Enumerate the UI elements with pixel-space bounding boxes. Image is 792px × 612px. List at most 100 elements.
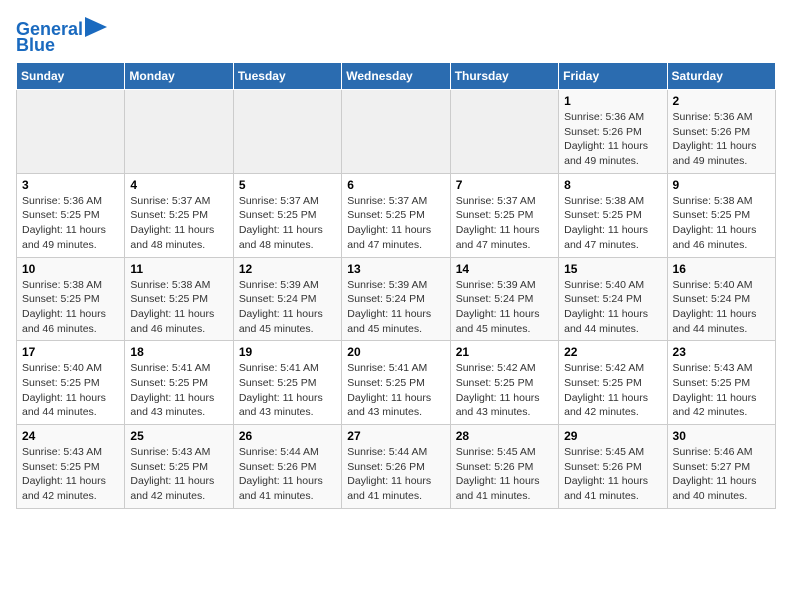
calendar-week-row: 17 Sunrise: 5:40 AM Sunset: 5:25 PM Dayli… [17, 341, 776, 425]
day-of-week-header: Wednesday [342, 63, 450, 90]
day-info: Sunrise: 5:43 AM Sunset: 5:25 PM Dayligh… [130, 445, 227, 504]
day-info: Sunrise: 5:40 AM Sunset: 5:24 PM Dayligh… [673, 278, 770, 337]
calendar-cell: 4 Sunrise: 5:37 AM Sunset: 5:25 PM Daylig… [125, 173, 233, 257]
day-info: Sunrise: 5:44 AM Sunset: 5:26 PM Dayligh… [239, 445, 336, 504]
page-header: General Blue [16, 16, 776, 54]
day-number: 7 [456, 178, 553, 192]
day-number: 13 [347, 262, 444, 276]
calendar-cell: 24Sunrise: 5:43 AM Sunset: 5:25 PM Dayli… [17, 425, 125, 509]
logo-arrow-icon [85, 17, 107, 37]
calendar-cell: 27 Sunrise: 5:44 AM Sunset: 5:26 PM Dayli… [342, 425, 450, 509]
calendar-cell: 29 Sunrise: 5:45 AM Sunset: 5:26 PM Dayli… [559, 425, 667, 509]
calendar-cell [342, 90, 450, 174]
calendar-cell: 9 Sunrise: 5:38 AM Sunset: 5:25 PM Daylig… [667, 173, 775, 257]
calendar-cell: 15 Sunrise: 5:40 AM Sunset: 5:24 PM Dayli… [559, 257, 667, 341]
day-info: Sunrise: 5:40 AM Sunset: 5:24 PM Dayligh… [564, 278, 661, 337]
calendar-cell [233, 90, 341, 174]
calendar-cell: 5 Sunrise: 5:37 AM Sunset: 5:25 PM Daylig… [233, 173, 341, 257]
day-number: 19 [239, 345, 336, 359]
day-number: 20 [347, 345, 444, 359]
calendar-cell: 10Sunrise: 5:38 AM Sunset: 5:25 PM Dayli… [17, 257, 125, 341]
day-info: Sunrise: 5:38 AM Sunset: 5:25 PM Dayligh… [673, 194, 770, 253]
day-number: 9 [673, 178, 770, 192]
day-number: 30 [673, 429, 770, 443]
day-number: 23 [673, 345, 770, 359]
day-info: Sunrise: 5:44 AM Sunset: 5:26 PM Dayligh… [347, 445, 444, 504]
calendar-cell [125, 90, 233, 174]
day-number: 29 [564, 429, 661, 443]
calendar-week-row: 1 Sunrise: 5:36 AM Sunset: 5:26 PM Daylig… [17, 90, 776, 174]
day-number: 3 [22, 178, 119, 192]
day-info: Sunrise: 5:45 AM Sunset: 5:26 PM Dayligh… [456, 445, 553, 504]
calendar-week-row: 3 Sunrise: 5:36 AM Sunset: 5:25 PM Daylig… [17, 173, 776, 257]
day-number: 5 [239, 178, 336, 192]
day-of-week-header: Saturday [667, 63, 775, 90]
day-number: 15 [564, 262, 661, 276]
calendar-cell: 22 Sunrise: 5:42 AM Sunset: 5:25 PM Dayli… [559, 341, 667, 425]
day-info: Sunrise: 5:36 AM Sunset: 5:25 PM Dayligh… [22, 194, 119, 253]
day-info: Sunrise: 5:46 AM Sunset: 5:27 PM Dayligh… [673, 445, 770, 504]
day-number: 2 [673, 94, 770, 108]
calendar-cell: 28Sunrise: 5:45 AM Sunset: 5:26 PM Dayli… [450, 425, 558, 509]
calendar-cell: 13 Sunrise: 5:39 AM Sunset: 5:24 PM Dayli… [342, 257, 450, 341]
day-number: 17 [22, 345, 119, 359]
day-of-week-header: Friday [559, 63, 667, 90]
logo-blue-text: Blue [16, 36, 55, 54]
day-info: Sunrise: 5:45 AM Sunset: 5:26 PM Dayligh… [564, 445, 661, 504]
day-number: 24 [22, 429, 119, 443]
calendar-cell: 2 Sunrise: 5:36 AM Sunset: 5:26 PM Daylig… [667, 90, 775, 174]
day-info: Sunrise: 5:37 AM Sunset: 5:25 PM Dayligh… [456, 194, 553, 253]
calendar-cell: 1 Sunrise: 5:36 AM Sunset: 5:26 PM Daylig… [559, 90, 667, 174]
day-number: 11 [130, 262, 227, 276]
day-info: Sunrise: 5:36 AM Sunset: 5:26 PM Dayligh… [673, 110, 770, 169]
day-info: Sunrise: 5:41 AM Sunset: 5:25 PM Dayligh… [347, 361, 444, 420]
calendar-cell: 12Sunrise: 5:39 AM Sunset: 5:24 PM Dayli… [233, 257, 341, 341]
day-number: 22 [564, 345, 661, 359]
calendar-cell: 16 Sunrise: 5:40 AM Sunset: 5:24 PM Dayli… [667, 257, 775, 341]
calendar-cell [17, 90, 125, 174]
calendar-cell: 26Sunrise: 5:44 AM Sunset: 5:26 PM Dayli… [233, 425, 341, 509]
day-info: Sunrise: 5:36 AM Sunset: 5:26 PM Dayligh… [564, 110, 661, 169]
day-info: Sunrise: 5:39 AM Sunset: 5:24 PM Dayligh… [347, 278, 444, 337]
calendar-week-row: 10Sunrise: 5:38 AM Sunset: 5:25 PM Dayli… [17, 257, 776, 341]
day-info: Sunrise: 5:41 AM Sunset: 5:25 PM Dayligh… [239, 361, 336, 420]
calendar-header-row: SundayMondayTuesdayWednesdayThursdayFrid… [17, 63, 776, 90]
day-of-week-header: Monday [125, 63, 233, 90]
calendar-cell: 8 Sunrise: 5:38 AM Sunset: 5:25 PM Daylig… [559, 173, 667, 257]
calendar-cell: 7 Sunrise: 5:37 AM Sunset: 5:25 PM Daylig… [450, 173, 558, 257]
calendar-cell: 11 Sunrise: 5:38 AM Sunset: 5:25 PM Dayli… [125, 257, 233, 341]
calendar-cell: 21 Sunrise: 5:42 AM Sunset: 5:25 PM Dayli… [450, 341, 558, 425]
day-number: 27 [347, 429, 444, 443]
day-info: Sunrise: 5:40 AM Sunset: 5:25 PM Dayligh… [22, 361, 119, 420]
day-number: 16 [673, 262, 770, 276]
calendar-cell [450, 90, 558, 174]
day-of-week-header: Tuesday [233, 63, 341, 90]
calendar-week-row: 24 Sunrise: 5:43 AM Sunset: 5:25 PM Dayli… [17, 425, 776, 509]
day-number: 1 [564, 94, 661, 108]
day-info: Sunrise: 5:38 AM Sunset: 5:25 PM Dayligh… [130, 278, 227, 337]
calendar-table: SundayMondayTuesdayWednesdayThursdayFrid… [16, 62, 776, 509]
calendar-cell: 30 Sunrise: 5:46 AM Sunset: 5:27 PM Dayli… [667, 425, 775, 509]
day-info: Sunrise: 5:37 AM Sunset: 5:25 PM Dayligh… [347, 194, 444, 253]
calendar-cell: 6Sunrise: 5:37 AM Sunset: 5:25 PM Daylig… [342, 173, 450, 257]
calendar-cell: 23 Sunrise: 5:43 AM Sunset: 5:25 PM Dayli… [667, 341, 775, 425]
day-info: Sunrise: 5:37 AM Sunset: 5:25 PM Dayligh… [130, 194, 227, 253]
calendar-cell: 18Sunrise: 5:41 AM Sunset: 5:25 PM Dayli… [125, 341, 233, 425]
day-number: 18 [130, 345, 227, 359]
day-number: 8 [564, 178, 661, 192]
day-info: Sunrise: 5:38 AM Sunset: 5:25 PM Dayligh… [564, 194, 661, 253]
day-info: Sunrise: 5:37 AM Sunset: 5:25 PM Dayligh… [239, 194, 336, 253]
day-number: 4 [130, 178, 227, 192]
day-info: Sunrise: 5:38 AM Sunset: 5:25 PM Dayligh… [22, 278, 119, 337]
day-info: Sunrise: 5:42 AM Sunset: 5:25 PM Dayligh… [564, 361, 661, 420]
day-info: Sunrise: 5:43 AM Sunset: 5:25 PM Dayligh… [673, 361, 770, 420]
day-number: 21 [456, 345, 553, 359]
calendar-cell: 25Sunrise: 5:43 AM Sunset: 5:25 PM Dayli… [125, 425, 233, 509]
day-info: Sunrise: 5:39 AM Sunset: 5:24 PM Dayligh… [456, 278, 553, 337]
calendar-cell: 19 Sunrise: 5:41 AM Sunset: 5:25 PM Dayli… [233, 341, 341, 425]
calendar-cell: 14Sunrise: 5:39 AM Sunset: 5:24 PM Dayli… [450, 257, 558, 341]
day-of-week-header: Thursday [450, 63, 558, 90]
calendar-cell: 3 Sunrise: 5:36 AM Sunset: 5:25 PM Daylig… [17, 173, 125, 257]
day-info: Sunrise: 5:42 AM Sunset: 5:25 PM Dayligh… [456, 361, 553, 420]
calendar-cell: 17 Sunrise: 5:40 AM Sunset: 5:25 PM Dayli… [17, 341, 125, 425]
